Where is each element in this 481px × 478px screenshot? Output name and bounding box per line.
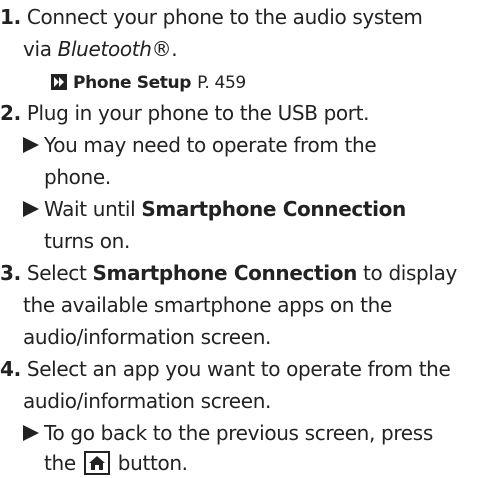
step-4-line-1: 4. Select an app you want to operate fro…: [0, 354, 451, 384]
step-2-line-1: 2. Plug in your phone to the USB port.: [0, 98, 370, 128]
phone-setup-reference[interactable]: Phone Setup P. 459: [51, 66, 246, 96]
step-1-number: 1.: [0, 5, 21, 29]
step-4-number: 4.: [0, 357, 21, 381]
step-1-line-2: via Bluetooth®.: [23, 34, 178, 64]
smartphone-connection-term: Smartphone Connection: [92, 261, 358, 285]
step-2-number: 2.: [0, 101, 21, 125]
step-2-text-1: Plug in your phone to the USB port.: [26, 101, 370, 125]
step-3-line-3: audio/information screen.: [23, 322, 271, 352]
step-2-note-2-pre: Wait until: [44, 197, 142, 221]
step-3-text-2: the available smartphone apps on the: [23, 293, 392, 317]
step-3-number: 3.: [0, 261, 21, 285]
step-2-note-1-text-2: phone.: [44, 165, 111, 189]
step-4-text-2: audio/information screen.: [23, 389, 272, 413]
step-4-line-2: audio/information screen.: [23, 386, 271, 416]
step-1-text-1: Connect your phone to the audio system: [26, 5, 423, 29]
home-icon: [83, 451, 110, 475]
reference-arrow-icon: [51, 74, 67, 90]
instruction-page: 1. Connect your phone to the audio syste…: [0, 0, 481, 475]
step-2-note-1-line-2: phone.: [44, 162, 111, 192]
step-1-line-1: 1. Connect your phone to the audio syste…: [0, 2, 423, 32]
triangle-bullet-icon: [23, 425, 39, 441]
step-2-note-2-line-2: turns on.: [44, 226, 130, 256]
step-3-text-1-post: to display: [357, 261, 458, 285]
step-2-note-2-line-1: Wait until Smartphone Connection: [23, 194, 406, 224]
smartphone-connection-term: Smartphone Connection: [141, 197, 406, 221]
step-4-note-1-line-2: the button.: [44, 448, 188, 478]
step-3-line-2: the available smartphone apps on the: [23, 290, 392, 320]
step-2-note-1-text-1: You may need to operate from the: [44, 133, 377, 157]
step-4-note-1-text-1: To go back to the previous screen, press: [44, 421, 433, 445]
step-1-text-2-post: ®.: [151, 37, 178, 61]
step-4-note-1-pre: the: [44, 451, 82, 475]
reference-title: Phone Setup: [73, 73, 192, 93]
step-3-line-1: 3. Select Smartphone Connection to displ…: [0, 258, 457, 288]
triangle-bullet-icon: [23, 201, 39, 217]
bluetooth-term: Bluetooth: [57, 37, 152, 61]
step-3-text-1-pre: Select: [26, 261, 93, 285]
step-3-text-3: audio/information screen.: [23, 325, 272, 349]
triangle-bullet-icon: [23, 137, 39, 153]
step-1-text-2-pre: via: [23, 37, 58, 61]
step-4-note-1-post: button.: [111, 451, 188, 475]
step-2-note-2-text-2: turns on.: [44, 229, 130, 253]
reference-page: P. 459: [197, 73, 246, 93]
step-4-note-1-line-1: To go back to the previous screen, press: [23, 418, 433, 448]
step-4-text-1: Select an app you want to operate from t…: [26, 357, 451, 381]
step-2-note-1-line-1: You may need to operate from the: [23, 130, 377, 160]
